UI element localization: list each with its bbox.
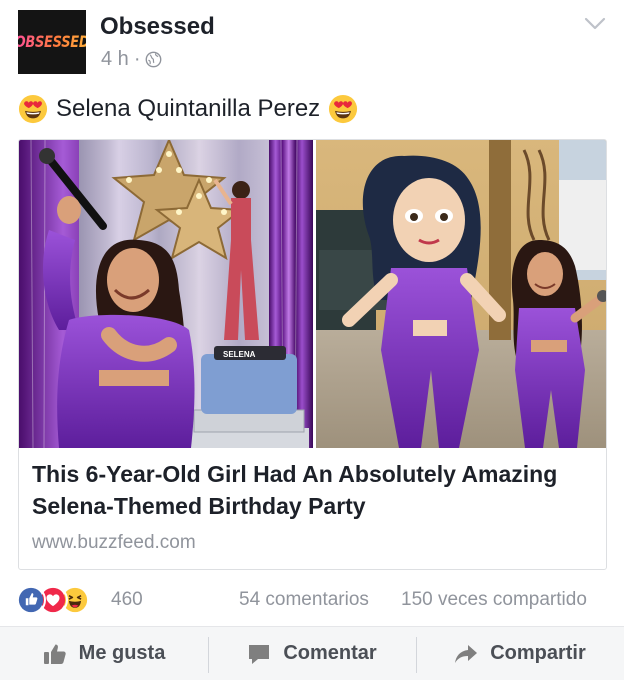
like-button-label: Me gusta [78, 642, 166, 664]
post-action-bar: Me gusta Comentar Compartir [0, 626, 624, 680]
post-message-text: Selena Quintanilla Perez [56, 95, 321, 122]
link-domain: www.buzzfeed.com [32, 532, 196, 553]
comment-button-label: Comentar [283, 642, 377, 664]
heart-eyes-emoji-icon [18, 94, 48, 124]
link-preview-card[interactable]: SELENA This 6-Year-Old Girl Had An Absol… [18, 139, 607, 570]
link-title[interactable]: This 6-Year-Old Girl Had An Absolutely A… [32, 458, 592, 522]
like-button[interactable]: Me gusta [0, 627, 208, 680]
post-timestamp[interactable]: 4 h [101, 48, 129, 71]
cake-topper-text: SELENA [223, 350, 256, 359]
comment-icon [249, 644, 270, 664]
meta-separator: · [133, 48, 141, 70]
share-button-label: Compartir [490, 642, 586, 664]
avatar-logo-text: OBSESSED [18, 33, 86, 52]
post-header: OBSESSED Obsessed 4 h · [0, 0, 624, 90]
post-message: Selena Quintanilla Perez [18, 94, 358, 124]
reaction-icons[interactable] [16, 585, 90, 615]
share-button[interactable]: Compartir [416, 627, 624, 680]
page-avatar[interactable]: OBSESSED [18, 10, 86, 74]
link-preview-image[interactable]: SELENA [19, 140, 607, 448]
page-name-link[interactable]: Obsessed [100, 13, 215, 41]
like-reaction-icon [16, 585, 46, 615]
reaction-count[interactable]: 460 [111, 589, 143, 611]
comments-count-link[interactable]: 54 comentarios [239, 589, 369, 611]
thumbs-up-icon [43, 644, 66, 664]
chevron-down-icon[interactable] [584, 17, 606, 31]
globe-icon [146, 51, 162, 68]
shares-count-link[interactable]: 150 veces compartido [401, 589, 587, 611]
post-stats: 460 54 comentarios 150 veces compartido [0, 582, 624, 622]
comment-button[interactable]: Comentar [208, 627, 416, 680]
share-arrow-icon [455, 644, 478, 663]
post-meta: 4 h · [101, 48, 162, 71]
heart-eyes-emoji-icon [329, 94, 358, 124]
